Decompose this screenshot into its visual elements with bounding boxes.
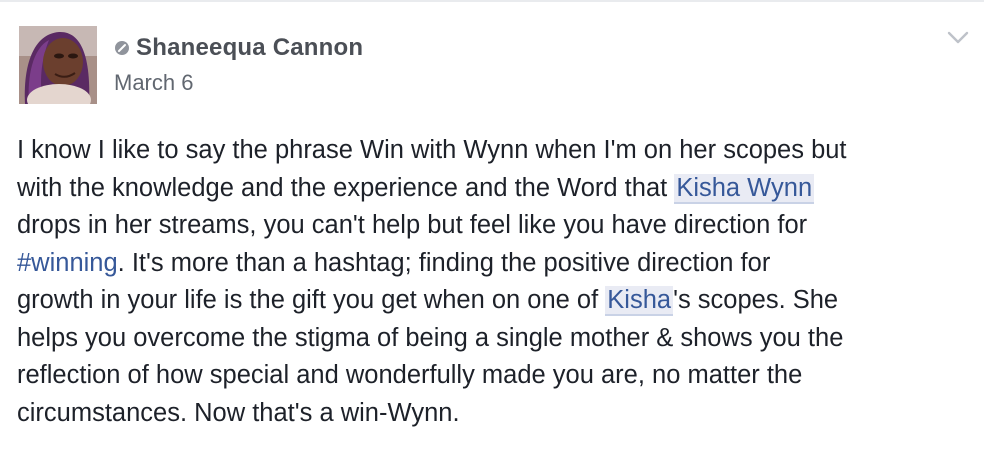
post-text-segment: growth in your life is the gift you get … bbox=[17, 286, 606, 314]
post-text-line: with the knowledge and the experience an… bbox=[17, 170, 967, 208]
post-text-line: helps you overcome the stigma of being a… bbox=[17, 323, 844, 352]
chevron-down-icon bbox=[947, 31, 969, 44]
post-options-button[interactable] bbox=[944, 28, 972, 48]
post-text-line: circumstances. Now that's a win-Wynn. bbox=[17, 398, 460, 427]
profile-badge-icon bbox=[114, 40, 130, 56]
post-text-line: I know I like to say the phrase Win with… bbox=[17, 136, 847, 164]
author-name[interactable]: Shaneequa Cannon bbox=[136, 34, 363, 62]
profile-photo bbox=[19, 26, 97, 104]
post-timestamp[interactable]: March 6 bbox=[114, 70, 193, 96]
post-text-segment: 's scopes. She bbox=[673, 286, 839, 314]
post-text-segment: with the knowledge and the experience an… bbox=[17, 173, 675, 202]
author-row: Shaneequa Cannon bbox=[114, 32, 363, 64]
post-text: I know I like to say the phrase Win with… bbox=[17, 132, 967, 432]
post-text-segment: . It's more than a hashtag; finding the … bbox=[117, 248, 771, 277]
top-divider bbox=[0, 0, 984, 2]
mention-kisha[interactable]: Kisha bbox=[605, 286, 674, 316]
author-avatar[interactable] bbox=[19, 26, 97, 104]
post-text-line: #winning. It's more than a hashtag; find… bbox=[17, 245, 967, 283]
hashtag-winning[interactable]: #winning bbox=[17, 249, 118, 277]
post-text-line: growth in your life is the gift you get … bbox=[17, 282, 967, 320]
post-text-line: drops in her streams, you can't help but… bbox=[17, 211, 808, 239]
mention-kisha-wynn[interactable]: Kisha Wynn bbox=[674, 173, 815, 204]
post-text-line: reflection of how special and wonderfull… bbox=[17, 361, 803, 389]
